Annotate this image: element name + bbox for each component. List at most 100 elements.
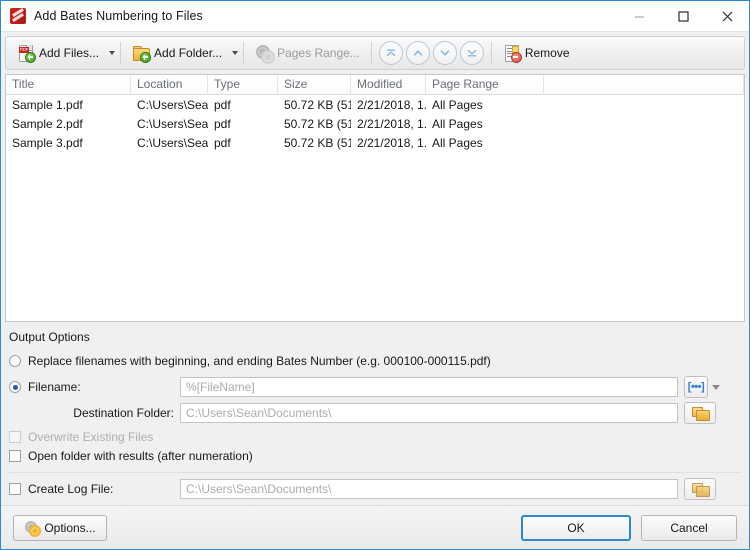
options-divider <box>9 472 741 473</box>
column-header-page-range[interactable]: Page Range <box>426 75 544 94</box>
column-header-modified[interactable]: Modified <box>351 75 426 94</box>
cancel-button[interactable]: Cancel <box>641 514 737 541</box>
replace-filenames-option[interactable]: Replace filenames with beginning, and en… <box>9 350 741 372</box>
cell-type: pdf <box>214 97 231 112</box>
remove-button[interactable]: Remove <box>496 39 577 67</box>
close-icon[interactable] <box>705 1 749 31</box>
file-list-body: Sample 1.pdf C:\Users\Sea.. pdf 50.72 KB… <box>6 95 744 321</box>
column-header-type[interactable]: Type <box>208 75 278 94</box>
title-bar: Add Bates Numbering to Files <box>1 1 749 32</box>
ok-button[interactable]: OK <box>521 514 631 541</box>
cell-title: Sample 3.pdf <box>12 135 83 150</box>
overwrite-existing-option: Overwrite Existing Files <box>9 428 741 446</box>
create-log-checkbox[interactable] <box>9 483 21 495</box>
pdf-xchange-icon <box>10 8 26 24</box>
column-header-title[interactable]: Title <box>6 75 131 94</box>
cell-type: pdf <box>214 116 231 131</box>
add-folder-dropdown-icon[interactable] <box>232 51 239 55</box>
cell-size: 50.72 KB (51,.. <box>284 97 351 112</box>
add-folder-button[interactable]: Add Folder... <box>125 39 229 67</box>
column-header-spacer <box>544 75 744 94</box>
cell-size: 50.72 KB (51,.. <box>284 116 351 131</box>
options-button[interactable]: Options... <box>13 514 107 541</box>
cell-location: C:\Users\Sea.. <box>137 116 208 131</box>
move-to-bottom-icon[interactable] <box>459 41 484 65</box>
destination-folder-option[interactable]: Destination Folder: C:\Users\Sean\Docume… <box>9 402 741 424</box>
destination-folder-label: Destination Folder: <box>73 406 174 420</box>
filename-input[interactable]: %[FileName] <box>180 377 678 397</box>
create-log-input[interactable]: C:\Users\Sean\Documents\ <box>180 479 678 499</box>
footer: Options... OK Cancel <box>1 505 749 549</box>
cell-modified: 2/21/2018, 1.. <box>357 116 426 131</box>
browse-destination-button[interactable] <box>684 402 716 424</box>
pages-range-label: Pages Range... <box>277 46 360 60</box>
remove-label: Remove <box>524 46 570 60</box>
output-options-group: Output Options Replace filenames with be… <box>9 330 741 505</box>
cell-location: C:\Users\Sea.. <box>137 97 208 112</box>
browse-folder-icon <box>691 482 710 497</box>
browse-folder-icon <box>691 406 710 421</box>
cell-size: 50.72 KB (51,.. <box>284 135 351 150</box>
file-list[interactable]: Title Location Type Size Modified Page R… <box>5 74 745 322</box>
file-list-header: Title Location Type Size Modified Page R… <box>6 75 744 95</box>
add-files-dropdown-icon[interactable] <box>109 51 116 55</box>
cell-title: Sample 2.pdf <box>12 116 83 131</box>
toolbar: PDF Add Files... Add Folder... Pages Ran… <box>5 36 745 70</box>
table-row[interactable]: Sample 2.pdf C:\Users\Sea.. pdf 50.72 KB… <box>6 114 744 133</box>
add-files-button[interactable]: PDF Add Files... <box>10 39 106 67</box>
toolbar-separator <box>370 42 372 64</box>
options-icon <box>24 520 42 537</box>
create-log-option[interactable]: Create Log File: C:\Users\Sean\Documents… <box>9 478 741 500</box>
replace-filenames-radio[interactable] <box>9 355 21 367</box>
table-row[interactable]: Sample 3.pdf C:\Users\Sea.. pdf 50.72 KB… <box>6 133 744 152</box>
cell-type: pdf <box>214 135 231 150</box>
reorder-buttons <box>376 41 487 65</box>
pages-range-icon <box>255 44 276 64</box>
add-files-icon: PDF <box>17 44 36 63</box>
cell-modified: 2/21/2018, 1.. <box>357 97 426 112</box>
window-title: Add Bates Numbering to Files <box>34 9 203 23</box>
overwrite-existing-label: Overwrite Existing Files <box>28 430 154 444</box>
move-down-icon[interactable] <box>432 41 457 65</box>
macro-insert-icon: [•••] <box>687 381 705 393</box>
destination-folder-input[interactable]: C:\Users\Sean\Documents\ <box>180 403 678 423</box>
cell-modified: 2/21/2018, 1.. <box>357 135 426 150</box>
open-folder-checkbox[interactable] <box>9 450 21 462</box>
maximize-icon[interactable] <box>661 1 705 31</box>
remove-icon <box>503 44 522 63</box>
table-row[interactable]: Sample 1.pdf C:\Users\Sea.. pdf 50.72 KB… <box>6 95 744 114</box>
filename-option[interactable]: Filename: %[FileName] [•••] <box>9 376 741 398</box>
ok-label: OK <box>567 520 585 535</box>
create-log-label: Create Log File: <box>28 482 114 496</box>
add-folder-label: Add Folder... <box>154 46 223 60</box>
macro-insert-button[interactable]: [•••] <box>684 376 708 398</box>
cancel-label: Cancel <box>670 520 708 535</box>
browse-log-button[interactable] <box>684 478 716 500</box>
minimize-icon[interactable] <box>617 1 661 31</box>
pages-range-button: Pages Range... <box>248 39 367 67</box>
add-files-label: Add Files... <box>39 46 100 60</box>
window-controls <box>617 1 749 31</box>
move-to-top-icon[interactable] <box>378 41 403 65</box>
toolbar-separator <box>490 42 492 64</box>
toolbar-separator <box>243 42 245 64</box>
cell-title: Sample 1.pdf <box>12 97 83 112</box>
cell-page-range: All Pages <box>432 116 483 131</box>
open-folder-option[interactable]: Open folder with results (after numerati… <box>9 447 741 465</box>
add-folder-icon <box>132 44 152 63</box>
move-up-icon[interactable] <box>405 41 430 65</box>
open-folder-label: Open folder with results (after numerati… <box>28 449 253 463</box>
dialog-window: Add Bates Numbering to Files PDF Add Fil… <box>0 0 750 550</box>
overwrite-existing-checkbox <box>9 431 21 443</box>
column-header-location[interactable]: Location <box>131 75 208 94</box>
cell-location: C:\Users\Sea.. <box>137 135 208 150</box>
options-label: Options... <box>44 520 96 535</box>
cell-page-range: All Pages <box>432 97 483 112</box>
filename-radio[interactable] <box>9 381 21 393</box>
filename-label: Filename: <box>28 380 81 394</box>
macro-dropdown-icon[interactable] <box>712 384 720 390</box>
output-options-title: Output Options <box>9 330 90 344</box>
column-header-size[interactable]: Size <box>278 75 351 94</box>
replace-filenames-label: Replace filenames with beginning, and en… <box>28 354 491 368</box>
toolbar-separator <box>120 42 122 64</box>
